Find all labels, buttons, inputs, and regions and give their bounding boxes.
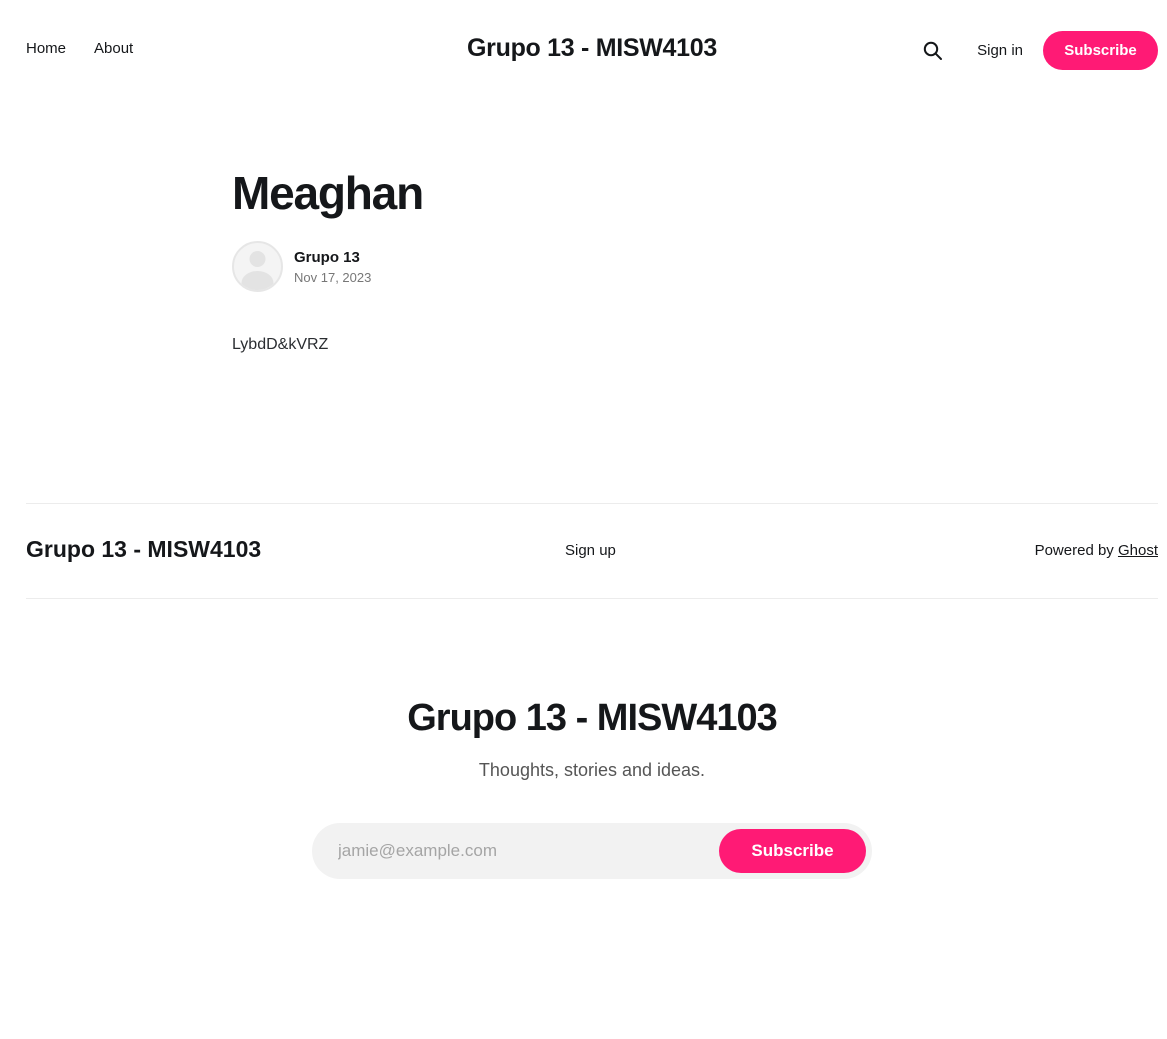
subscribe-button[interactable]: Subscribe xyxy=(1043,31,1158,70)
byline-meta: Grupo 13 Nov 17, 2023 xyxy=(294,249,371,285)
cta-subscribe-form: Subscribe xyxy=(312,823,872,879)
post-article: Meaghan Grupo 13 Nov 17, 2023 LybdD&kVRZ xyxy=(232,165,932,354)
author-name[interactable]: Grupo 13 xyxy=(294,249,371,266)
powered-by-text: Powered by xyxy=(1034,542,1114,559)
ghost-link[interactable]: Ghost xyxy=(1118,542,1158,559)
post-byline: Grupo 13 Nov 17, 2023 xyxy=(232,241,932,292)
email-input[interactable] xyxy=(312,823,712,879)
search-button[interactable] xyxy=(922,40,944,62)
search-icon xyxy=(923,41,943,60)
post-content: LybdD&kVRZ xyxy=(232,336,329,353)
footer-bottom-divider xyxy=(26,598,1158,599)
powered-by: Powered by Ghost xyxy=(1035,542,1158,559)
post-title: Meaghan xyxy=(232,167,424,219)
header-actions: Sign in Subscribe xyxy=(922,31,1158,70)
post-date: Nov 17, 2023 xyxy=(294,269,372,285)
footer-site-title[interactable]: Grupo 13 - MISW4103 xyxy=(26,536,261,563)
cta-subscribe-button[interactable]: Subscribe xyxy=(719,829,866,873)
cta-title: Grupo 13 - MISW4103 xyxy=(407,697,778,739)
site-header: Home About Grupo 13 - MISW4103 Sign in S… xyxy=(0,0,1167,100)
user-avatar-icon xyxy=(241,251,274,290)
author-avatar[interactable] xyxy=(232,241,283,292)
cta-description: Thoughts, stories and ideas. xyxy=(478,760,706,780)
sign-in-link[interactable]: Sign in xyxy=(977,42,1023,59)
footer-top-divider xyxy=(26,503,1158,504)
footer-signup-link[interactable]: Sign up xyxy=(565,542,616,559)
